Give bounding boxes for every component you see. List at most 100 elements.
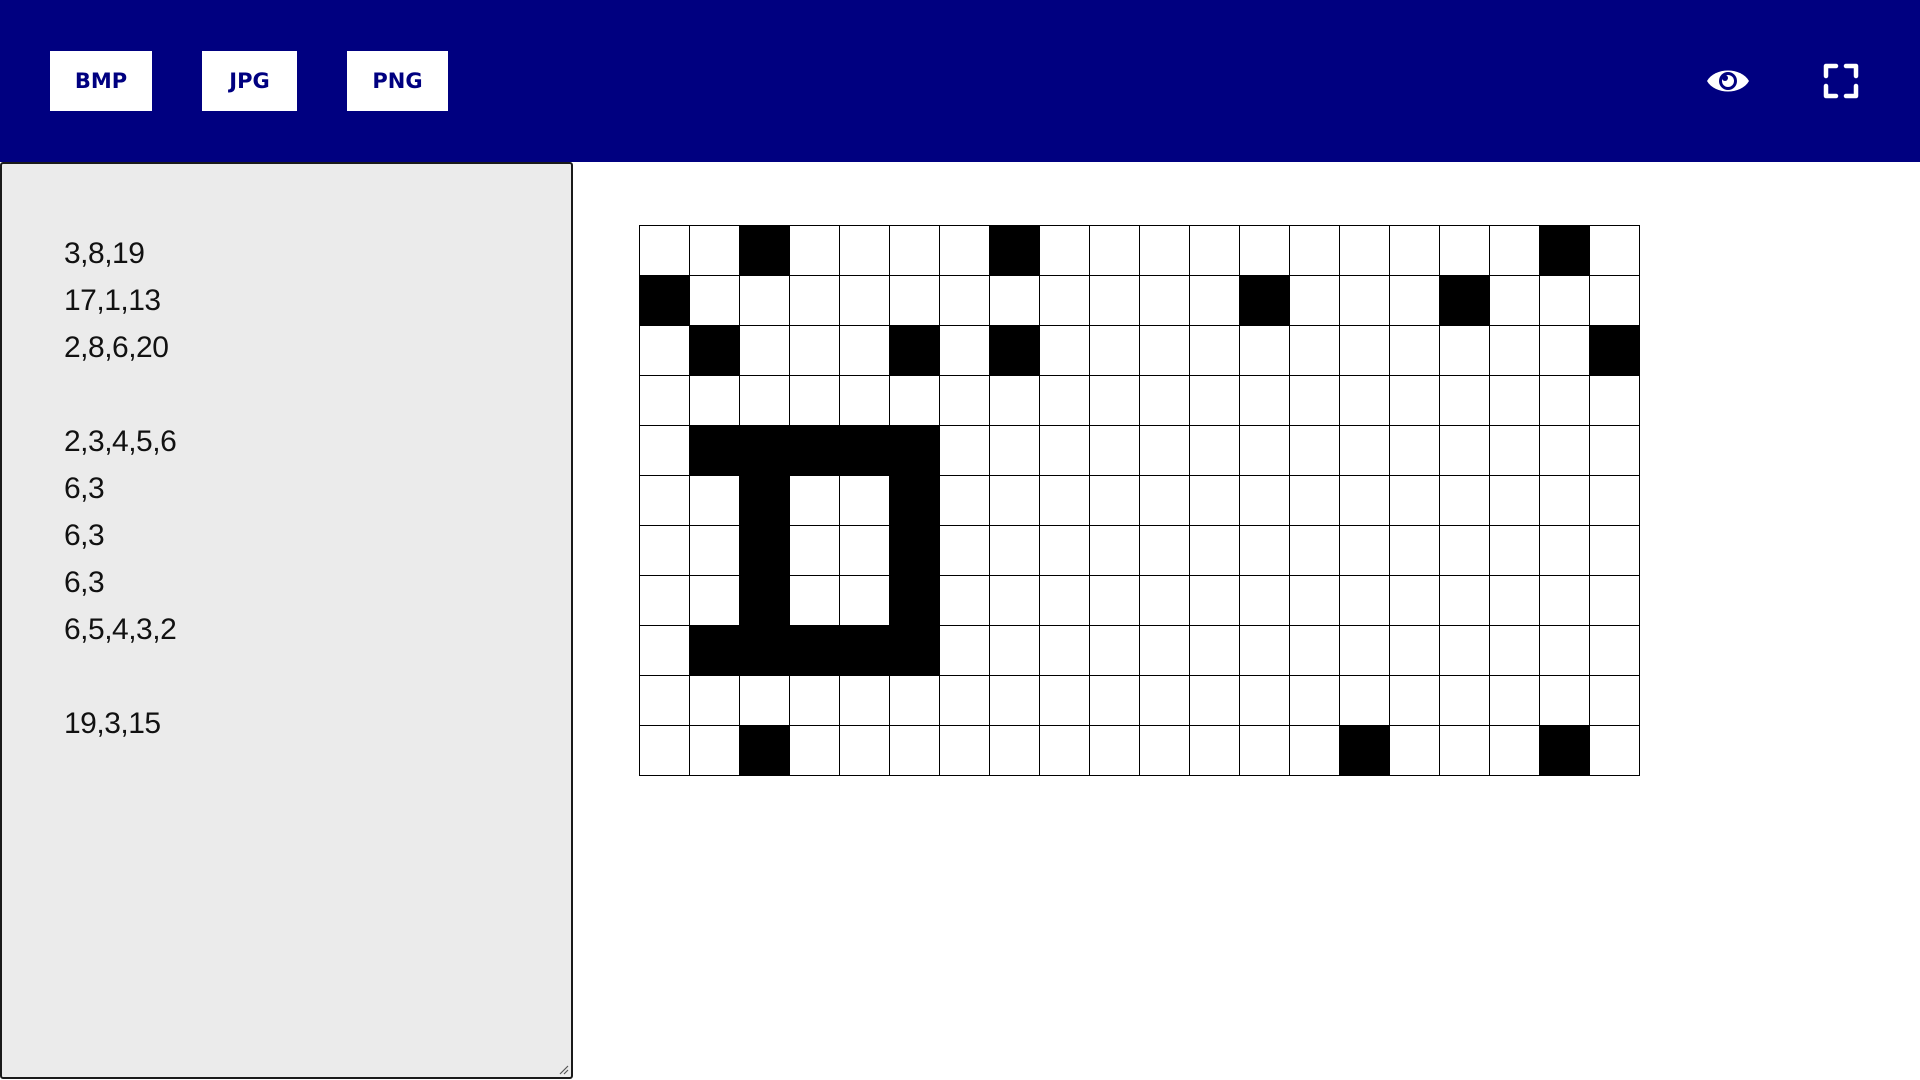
grid-cell[interactable] — [1440, 226, 1490, 276]
grid-cell[interactable] — [1190, 426, 1240, 476]
grid-cell[interactable] — [1340, 576, 1390, 626]
grid-cell[interactable] — [990, 226, 1040, 276]
grid-cell[interactable] — [840, 576, 890, 626]
grid-cell[interactable] — [1040, 476, 1090, 526]
grid-cell[interactable] — [790, 326, 840, 376]
grid-cell[interactable] — [1490, 326, 1540, 376]
grid-cell[interactable] — [790, 676, 840, 726]
grid-cell[interactable] — [690, 526, 740, 576]
grid-cell[interactable] — [1090, 426, 1140, 476]
grid-cell[interactable] — [790, 226, 840, 276]
grid-cell[interactable] — [1590, 726, 1640, 776]
grid-cell[interactable] — [1590, 676, 1640, 726]
grid-cell[interactable] — [1490, 226, 1540, 276]
grid-cell[interactable] — [1090, 726, 1140, 776]
grid-cell[interactable] — [1140, 276, 1190, 326]
grid-cell[interactable] — [1540, 626, 1590, 676]
grid-cell[interactable] — [1140, 426, 1190, 476]
grid-cell[interactable] — [640, 726, 690, 776]
grid-cell[interactable] — [840, 526, 890, 576]
grid-cell[interactable] — [1340, 426, 1390, 476]
grid-cell[interactable] — [1040, 426, 1090, 476]
grid-cell[interactable] — [1440, 526, 1490, 576]
grid-cell[interactable] — [940, 276, 990, 326]
grid-cell[interactable] — [690, 726, 740, 776]
grid-cell[interactable] — [1440, 326, 1490, 376]
grid-cell[interactable] — [1240, 276, 1290, 326]
grid-cell[interactable] — [990, 376, 1040, 426]
grid-cell[interactable] — [690, 676, 740, 726]
grid-cell[interactable] — [1240, 576, 1290, 626]
grid-cell[interactable] — [690, 626, 740, 676]
grid-cell[interactable] — [940, 576, 990, 626]
grid-cell[interactable] — [1290, 376, 1340, 426]
grid-cell[interactable] — [1590, 576, 1640, 626]
grid-cell[interactable] — [890, 476, 940, 526]
grid-cell[interactable] — [1240, 726, 1290, 776]
grid-cell[interactable] — [1390, 526, 1440, 576]
grid-cell[interactable] — [990, 276, 1040, 326]
grid-cell[interactable] — [940, 726, 990, 776]
grid-cell[interactable] — [1340, 326, 1390, 376]
grid-cell[interactable] — [1340, 526, 1390, 576]
grid-cell[interactable] — [1290, 426, 1340, 476]
grid-cell[interactable] — [1590, 476, 1640, 526]
grid-cell[interactable] — [840, 626, 890, 676]
grid-cell[interactable] — [1590, 226, 1640, 276]
grid-cell[interactable] — [1190, 276, 1240, 326]
grid-cell[interactable] — [1140, 476, 1190, 526]
grid-cell[interactable] — [1190, 626, 1240, 676]
grid-cell[interactable] — [1590, 326, 1640, 376]
grid-cell[interactable] — [1040, 726, 1090, 776]
grid-cell[interactable] — [790, 526, 840, 576]
grid-cell[interactable] — [1440, 626, 1490, 676]
grid-cell[interactable] — [1040, 676, 1090, 726]
grid-cell[interactable] — [1040, 276, 1090, 326]
grid-cell[interactable] — [790, 276, 840, 326]
grid-cell[interactable] — [740, 226, 790, 276]
export-jpg-button[interactable]: JPG — [202, 51, 297, 111]
preview-toggle-button[interactable] — [1703, 56, 1753, 106]
grid-cell[interactable] — [790, 726, 840, 776]
grid-cell[interactable] — [1340, 676, 1390, 726]
grid-cell[interactable] — [1540, 226, 1590, 276]
grid-cell[interactable] — [1390, 576, 1440, 626]
grid-cell[interactable] — [640, 376, 690, 426]
grid-cell[interactable] — [1190, 676, 1240, 726]
grid-cell[interactable] — [1290, 576, 1340, 626]
grid-cell[interactable] — [640, 676, 690, 726]
grid-cell[interactable] — [1190, 476, 1240, 526]
grid-cell[interactable] — [940, 326, 990, 376]
grid-cell[interactable] — [1290, 476, 1340, 526]
grid-cell[interactable] — [1040, 576, 1090, 626]
grid-cell[interactable] — [1340, 476, 1390, 526]
grid-cell[interactable] — [1240, 326, 1290, 376]
grid-cell[interactable] — [740, 426, 790, 476]
grid-cell[interactable] — [690, 326, 740, 376]
export-bmp-button[interactable]: BMP — [50, 51, 152, 111]
grid-cell[interactable] — [1040, 326, 1090, 376]
grid-cell[interactable] — [1240, 676, 1290, 726]
grid-cell[interactable] — [890, 526, 940, 576]
grid-cell[interactable] — [1340, 226, 1390, 276]
grid-cell[interactable] — [1240, 476, 1290, 526]
grid-cell[interactable] — [790, 476, 840, 526]
grid-cell[interactable] — [1190, 376, 1240, 426]
grid-cell[interactable] — [890, 576, 940, 626]
grid-cell[interactable] — [1090, 326, 1140, 376]
grid-cell[interactable] — [1540, 376, 1590, 426]
grid-cell[interactable] — [990, 676, 1040, 726]
grid-cell[interactable] — [1490, 376, 1540, 426]
grid-cell[interactable] — [890, 376, 940, 426]
grid-cell[interactable] — [1390, 276, 1440, 326]
grid-cell[interactable] — [1090, 526, 1140, 576]
grid-cell[interactable] — [890, 676, 940, 726]
grid-cell[interactable] — [1290, 626, 1340, 676]
grid-cell[interactable] — [1090, 576, 1140, 626]
grid-cell[interactable] — [1490, 626, 1540, 676]
grid-cell[interactable] — [840, 376, 890, 426]
grid-cell[interactable] — [990, 526, 1040, 576]
grid-cell[interactable] — [740, 276, 790, 326]
grid-cell[interactable] — [1090, 626, 1140, 676]
grid-cell[interactable] — [990, 726, 1040, 776]
